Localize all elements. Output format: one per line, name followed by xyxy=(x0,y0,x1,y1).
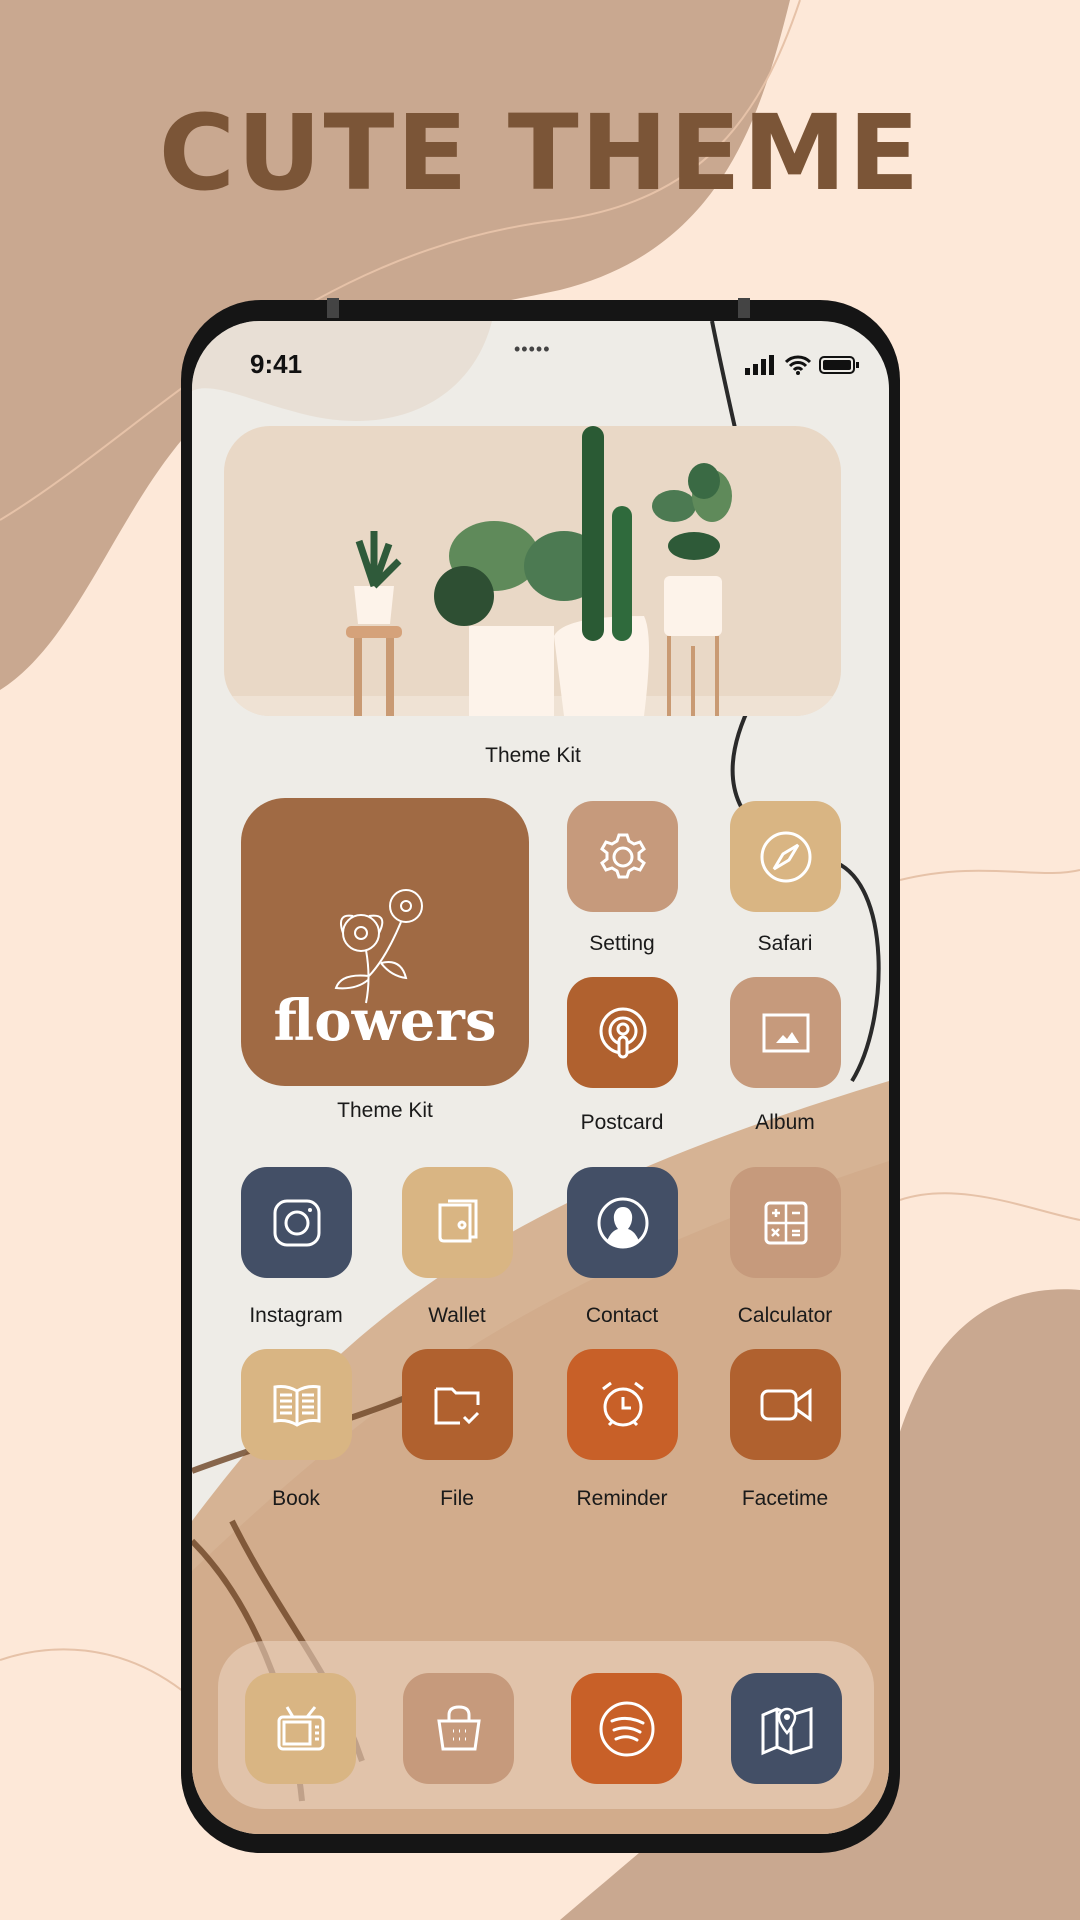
app-instagram[interactable] xyxy=(241,1167,352,1278)
app-setting[interactable] xyxy=(567,801,678,912)
app-label-instagram: Instagram xyxy=(249,1304,343,1327)
signal-icon xyxy=(745,355,774,375)
app-postcard[interactable] xyxy=(567,977,678,1088)
app-album[interactable] xyxy=(730,977,841,1088)
app-label-file: File xyxy=(440,1487,474,1510)
map-icon xyxy=(761,1706,812,1755)
compass-icon xyxy=(760,831,811,882)
app-safari[interactable] xyxy=(730,801,841,912)
camera-icon xyxy=(273,1199,320,1246)
book-icon xyxy=(273,1384,320,1427)
battery-icon xyxy=(819,356,859,374)
app-calculator[interactable] xyxy=(730,1167,841,1278)
dock-app-shopping-basket[interactable] xyxy=(403,1673,514,1784)
app-label-book: Book xyxy=(272,1487,320,1510)
app-file[interactable] xyxy=(402,1349,513,1460)
app-label-facetime: Facetime xyxy=(741,1487,829,1510)
shopping-basket-icon xyxy=(436,1704,481,1750)
status-time: 9:41 xyxy=(250,349,303,379)
flowers-widget[interactable]: flowers xyxy=(241,798,529,1086)
folder-icon xyxy=(434,1387,479,1424)
dock-app-map[interactable] xyxy=(731,1673,842,1784)
alarm-clock-icon xyxy=(601,1381,644,1426)
podcast-icon xyxy=(599,1007,646,1058)
widget-label: Theme Kit xyxy=(485,744,581,767)
tv-icon xyxy=(277,1705,324,1750)
flowers-wordmark: flowers xyxy=(273,988,497,1054)
app-label-reminder: Reminder xyxy=(576,1487,668,1510)
dock-app-tv[interactable] xyxy=(245,1673,356,1784)
app-label-contact: Contact xyxy=(585,1304,659,1327)
app-facetime[interactable] xyxy=(730,1349,841,1460)
app-wallet[interactable] xyxy=(402,1167,513,1278)
home-screen: 9:41 ••••• Theme Kit flowers Theme Kit S… xyxy=(192,321,889,1834)
wifi-icon xyxy=(785,355,811,375)
phone-frame: 9:41 ••••• Theme Kit flowers Theme Kit S… xyxy=(181,298,900,1853)
headline: CUTE THEME xyxy=(158,92,922,214)
app-book[interactable] xyxy=(241,1349,352,1460)
dock xyxy=(218,1641,874,1809)
gear-icon xyxy=(599,833,646,878)
phone-side-button xyxy=(327,298,339,318)
plants-widget[interactable] xyxy=(224,426,841,716)
app-reminder[interactable] xyxy=(567,1349,678,1460)
video-camera-icon xyxy=(760,1387,811,1422)
app-label-postcard: Postcard xyxy=(580,1111,664,1134)
calculator-icon xyxy=(764,1201,807,1244)
notch-dots: ••••• xyxy=(514,339,551,359)
app-label-calculator: Calculator xyxy=(737,1304,833,1327)
app-contact[interactable] xyxy=(567,1167,678,1278)
dock-app-spotify[interactable] xyxy=(571,1673,682,1784)
image-icon xyxy=(762,1013,809,1052)
flowers-widget-label: Theme Kit xyxy=(337,1099,433,1122)
app-label-album: Album xyxy=(755,1111,815,1134)
app-label-wallet: Wallet xyxy=(428,1304,486,1327)
app-label-setting: Setting xyxy=(589,932,655,955)
phone-side-button xyxy=(738,298,750,318)
spotify-icon xyxy=(599,1701,654,1756)
app-label-safari: Safari xyxy=(757,932,813,955)
person-icon xyxy=(597,1197,648,1248)
wallet-icon xyxy=(438,1199,477,1242)
plants-illustration xyxy=(224,426,841,716)
